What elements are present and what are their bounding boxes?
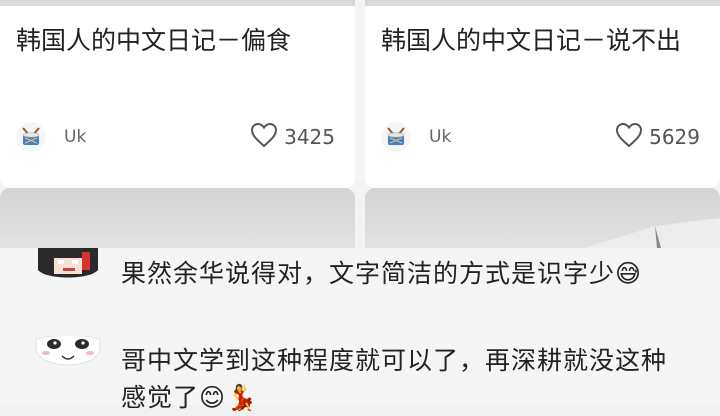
like-count: 5629	[649, 125, 700, 149]
drum-icon	[381, 122, 411, 152]
author-name: Uk	[64, 127, 87, 147]
next-post-cover-image[interactable]	[365, 188, 720, 248]
avatar[interactable]	[32, 248, 104, 282]
heart-outline-icon	[615, 122, 643, 152]
author-name: Uk	[429, 127, 452, 147]
next-post-cover-image[interactable]	[0, 188, 355, 248]
post-author[interactable]: Uk	[381, 122, 451, 152]
like-button[interactable]: 5629	[615, 122, 700, 152]
post-card[interactable]: 韩国人的中文日记－说不出 Uk 5629	[365, 0, 720, 188]
heart-outline-icon	[250, 122, 278, 152]
post-title[interactable]: 韩国人的中文日记－偏食	[16, 20, 336, 61]
post-author[interactable]: Uk	[16, 122, 86, 152]
like-button[interactable]: 3425	[250, 122, 335, 152]
drum-icon	[16, 122, 46, 152]
avatar[interactable]	[32, 336, 104, 372]
post-cover-image[interactable]	[365, 0, 720, 6]
post-feed: 韩国人的中文日记－偏食 Uk 3425 韩国人的中文日记－说不出 Uk 5629	[0, 0, 720, 248]
post-title[interactable]: 韩国人的中文日记－说不出	[381, 20, 701, 61]
comment-list: 果然余华说得对，文字简洁的方式是识字少😅 哥中文学到这种程度就可以了，再深耕就没…	[0, 248, 720, 412]
comment-text: 果然余华说得对，文字简洁的方式是识字少😅	[121, 259, 643, 288]
post-card[interactable]: 韩国人的中文日记－偏食 Uk 3425	[0, 0, 355, 188]
post-cover-image[interactable]	[0, 0, 355, 6]
like-count: 3425	[284, 125, 335, 149]
